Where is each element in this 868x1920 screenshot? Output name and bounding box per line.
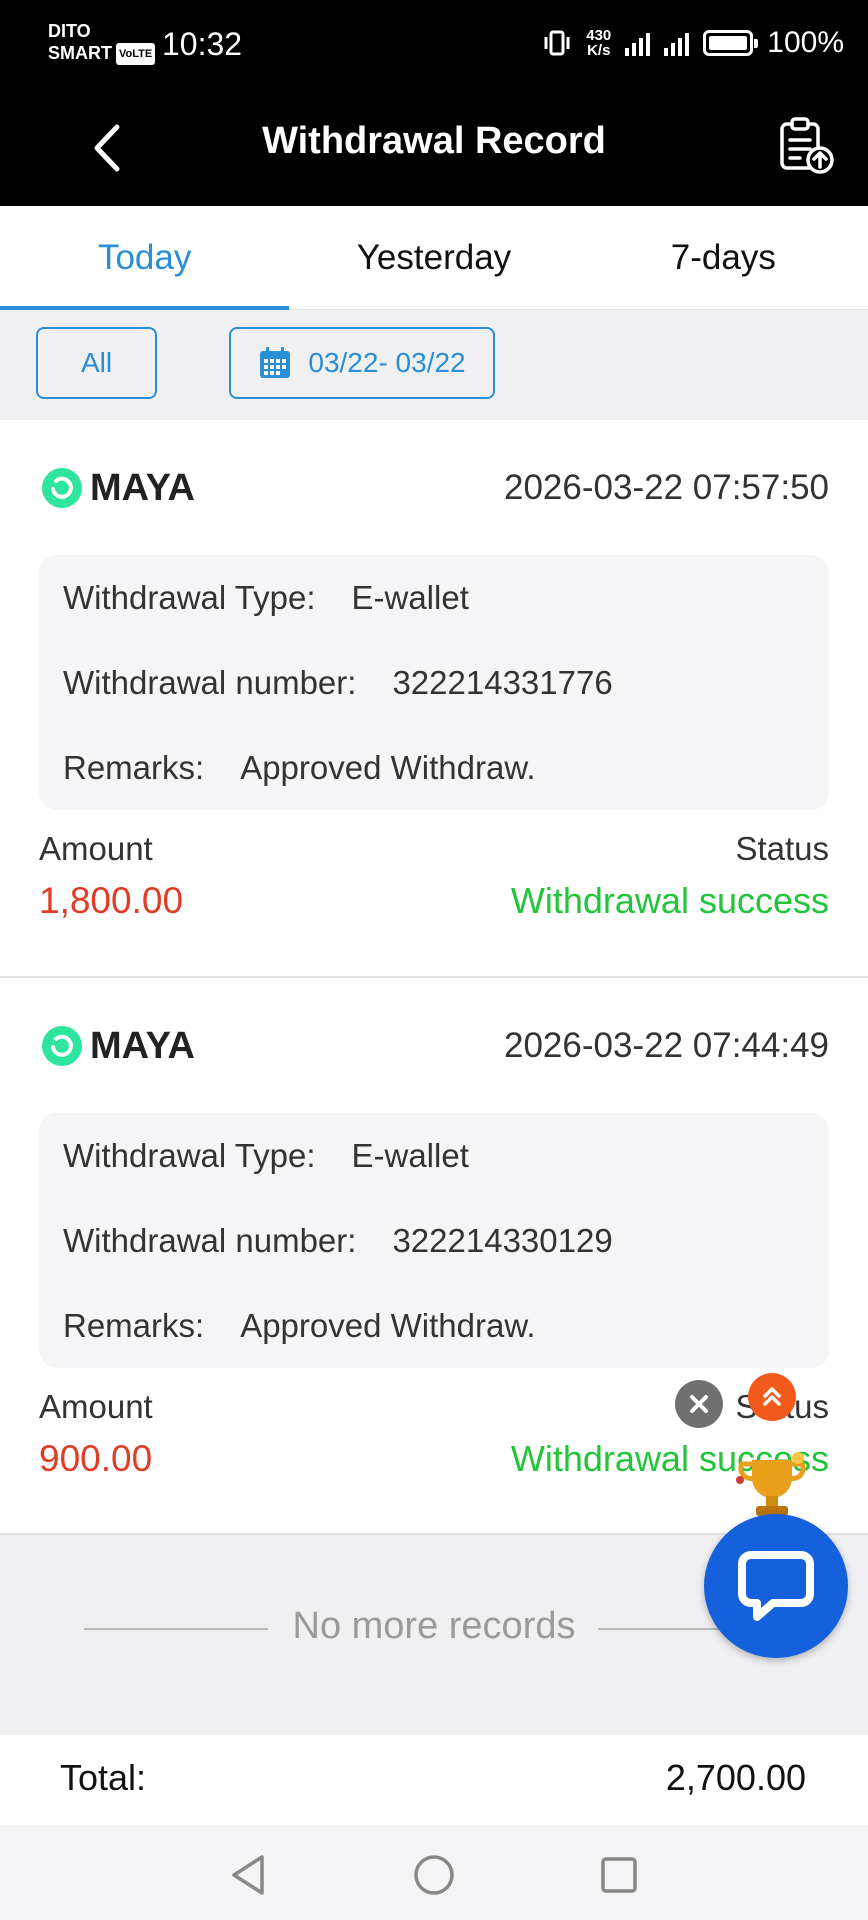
signal-4g-icon — [625, 30, 651, 56]
withdrawal-type-value: E-wallet — [351, 1136, 469, 1174]
withdrawal-number-value: 322214331776 — [392, 663, 613, 701]
nav-back-button[interactable] — [222, 1849, 274, 1901]
total-value: 2,700.00 — [665, 1757, 806, 1798]
withdrawal-record: MAYA 2026-03-22 07:57:50 Withdrawal Type… — [0, 420, 868, 978]
record-details: Withdrawal Type: E-wallet Withdrawal numb… — [39, 1113, 829, 1368]
record-details: Withdrawal Type: E-wallet Withdrawal numb… — [39, 555, 829, 810]
withdrawal-type-value: E-wallet — [351, 578, 469, 616]
brand-name: MAYA — [90, 1024, 195, 1067]
date-range-label: 03/22- 03/22 — [308, 347, 466, 378]
total-label: Total: — [60, 1757, 147, 1798]
brand-name: MAYA — [90, 466, 195, 509]
maya-logo: MAYA — [40, 466, 195, 510]
trophy-icon — [736, 1452, 806, 1516]
app-header: Withdrawal Record — [0, 90, 868, 206]
remarks-label: Remarks: — [63, 748, 205, 786]
remarks-value: Approved Withdraw. — [240, 1306, 536, 1344]
calendar-icon — [260, 347, 291, 378]
close-icon — [690, 1395, 708, 1413]
status-bar: DITO SMART VoLTE 10:32 430 K/s 100% — [0, 0, 868, 90]
circle-home-icon — [414, 1855, 454, 1895]
tab-7-days[interactable]: 7-days — [579, 206, 868, 309]
battery-percent: 100% — [767, 26, 844, 59]
period-tabs: Today Yesterday 7-days — [0, 206, 868, 310]
volte-badge: VoLTE — [116, 43, 156, 66]
date-range-button[interactable]: 03/22- 03/22 — [229, 327, 495, 399]
carrier-name: DITO — [48, 21, 91, 41]
tab-today[interactable]: Today — [0, 206, 290, 310]
trophy-promo-icon[interactable] — [722, 1450, 822, 1520]
withdrawal-number-label: Withdrawal number: — [63, 663, 357, 701]
carrier-info: DITO SMART VoLTE — [48, 20, 156, 66]
chat-bubble-icon — [738, 1551, 814, 1621]
amount-value: 900.00 — [39, 1438, 153, 1479]
status-icons: 430 K/s 100% — [542, 26, 844, 60]
amount-label: Amount — [39, 830, 153, 867]
live-chat-button[interactable] — [704, 1514, 848, 1658]
close-floating-button[interactable] — [675, 1380, 723, 1428]
withdrawal-number-label: Withdrawal number: — [63, 1221, 357, 1259]
battery-icon — [703, 30, 759, 56]
triangle-back-icon — [232, 1855, 264, 1895]
nav-home-button[interactable] — [408, 1849, 460, 1901]
status-value: Withdrawal success — [510, 880, 829, 921]
amount-value: 1,800.00 — [39, 880, 184, 921]
withdrawal-type-label: Withdrawal Type: — [63, 578, 316, 616]
status-label: Status — [735, 830, 829, 867]
maya-logo-icon — [42, 468, 82, 508]
status-time: 10:32 — [162, 26, 243, 62]
carrier-secondary: SMART — [48, 43, 112, 63]
system-nav-bar — [0, 1825, 868, 1920]
tab-yesterday[interactable]: Yesterday — [289, 206, 578, 309]
total-bar: Total: 2,700.00 — [0, 1735, 868, 1825]
page-title: Withdrawal Record — [262, 120, 606, 162]
filter-bar: All 03/22- 03/22 — [0, 310, 868, 420]
square-recents-icon — [601, 1857, 637, 1893]
withdrawal-number-value: 322214330129 — [392, 1221, 613, 1259]
signal-icon — [664, 30, 690, 56]
vibrate-icon — [544, 30, 570, 56]
maya-logo-icon — [42, 1026, 82, 1066]
nav-recents-button[interactable] — [593, 1849, 645, 1901]
scroll-top-button[interactable] — [748, 1373, 796, 1421]
remarks-value: Approved Withdraw. — [240, 748, 536, 786]
remarks-label: Remarks: — [63, 1306, 205, 1344]
amount-label: Amount — [39, 1388, 153, 1425]
filter-all-button[interactable]: All — [36, 327, 157, 399]
record-export-button[interactable] — [776, 116, 836, 176]
record-datetime: 2026-03-22 07:57:50 — [504, 468, 829, 507]
record-datetime: 2026-03-22 07:44:49 — [504, 1026, 829, 1065]
net-speed: 430 K/s — [586, 27, 612, 59]
maya-logo: MAYA — [40, 1024, 195, 1068]
withdrawal-type-label: Withdrawal Type: — [63, 1136, 316, 1174]
clipboard-upload-icon — [780, 117, 834, 174]
double-chevron-up-icon — [763, 1387, 781, 1406]
